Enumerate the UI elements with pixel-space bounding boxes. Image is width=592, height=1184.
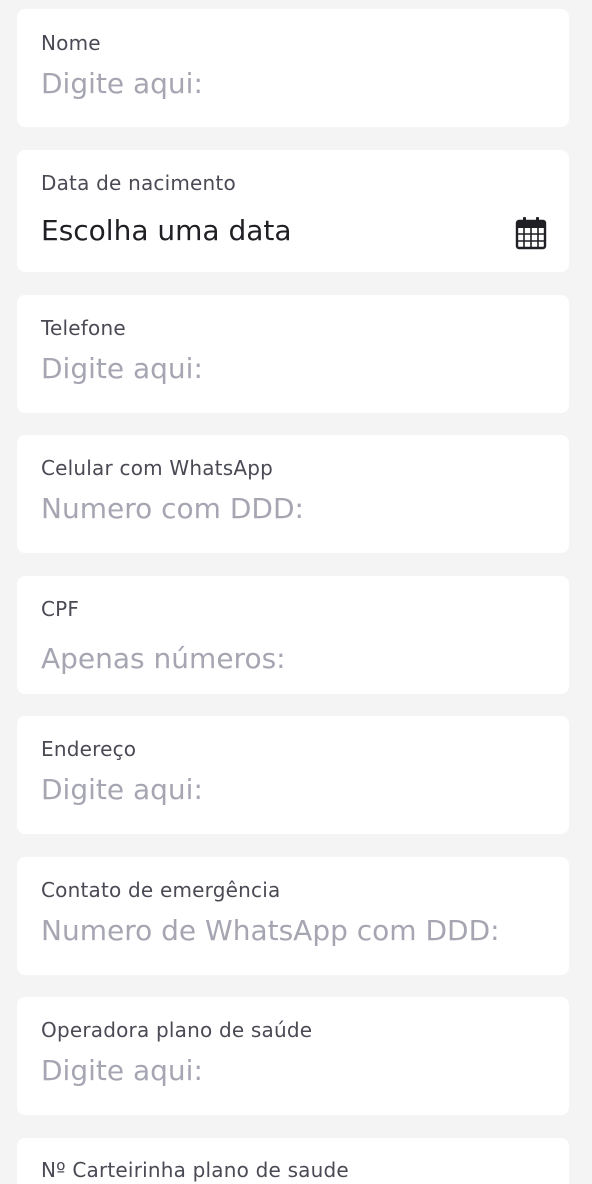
endereco-input[interactable] <box>41 773 545 806</box>
field-telefone[interactable]: Telefone <box>17 295 569 413</box>
field-label-cpf: CPF <box>41 597 80 621</box>
telefone-input[interactable] <box>41 352 545 385</box>
field-label-operadora-plano: Operadora plano de saúde <box>41 1018 313 1042</box>
field-operadora-plano[interactable]: Operadora plano de saúde <box>17 997 569 1115</box>
field-carteirinha-plano[interactable]: Nº Carteirinha plano de saude <box>17 1138 569 1184</box>
date-picker-value[interactable]: Escolha uma data <box>41 214 292 247</box>
field-label-carteirinha-plano: Nº Carteirinha plano de saude <box>41 1158 349 1182</box>
field-celular-whatsapp[interactable]: Celular com WhatsApp <box>17 435 569 553</box>
field-data-nascimento[interactable]: Data de nacimento Escolha uma data <box>17 150 569 272</box>
cpf-input[interactable] <box>41 642 545 675</box>
field-label-telefone: Telefone <box>41 316 126 340</box>
nome-input[interactable] <box>41 67 545 100</box>
field-label-nome: Nome <box>41 31 101 55</box>
patient-form: Nome Data de nacimento Escolha uma data … <box>0 0 592 1184</box>
contato-emergencia-input[interactable] <box>41 914 545 947</box>
field-endereco[interactable]: Endereço <box>17 716 569 834</box>
field-cpf[interactable]: CPF <box>17 576 569 694</box>
field-nome[interactable]: Nome <box>17 9 569 127</box>
field-label-contato-emergencia: Contato de emergência <box>41 878 281 902</box>
field-contato-emergencia[interactable]: Contato de emergência <box>17 857 569 975</box>
calendar-icon[interactable] <box>515 216 547 250</box>
celular-whatsapp-input[interactable] <box>41 492 545 525</box>
field-label-endereco: Endereço <box>41 737 137 761</box>
field-label-data-nascimento: Data de nacimento <box>41 171 236 195</box>
operadora-plano-input[interactable] <box>41 1054 545 1087</box>
field-label-celular-whatsapp: Celular com WhatsApp <box>41 456 274 480</box>
